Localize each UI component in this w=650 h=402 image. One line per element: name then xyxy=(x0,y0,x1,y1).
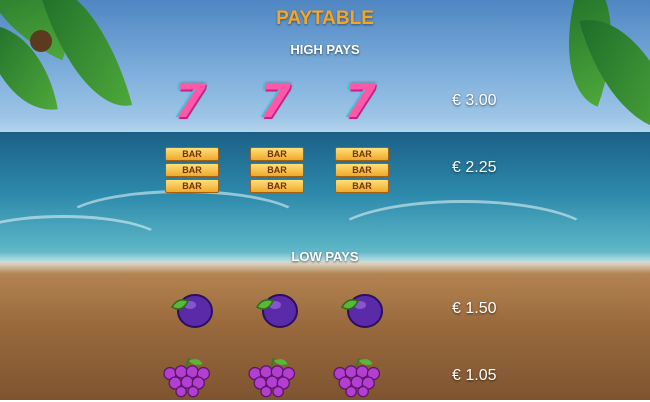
paytable-title: PAYTABLE xyxy=(276,8,374,29)
bar-icon: BAR BAR BAR xyxy=(250,147,304,193)
payout-value: € 1.50 xyxy=(452,300,497,317)
grapes-icon xyxy=(163,357,211,398)
bar-plate: BAR xyxy=(165,147,219,161)
bar-plate: BAR xyxy=(250,147,304,161)
grapes-icon xyxy=(333,357,381,398)
low-pays-heading: LOW PAYS xyxy=(291,249,359,264)
bar-plate: BAR xyxy=(250,163,304,177)
sand xyxy=(0,262,650,400)
payout-value: € 3.00 xyxy=(452,92,497,109)
payout-value: € 2.25 xyxy=(452,159,497,176)
plum-icon xyxy=(340,294,383,328)
plum-icon xyxy=(170,294,213,328)
bar-icon: BAR BAR BAR xyxy=(335,147,389,193)
grapes-icon xyxy=(248,357,296,398)
beach-background xyxy=(0,0,650,400)
bar-plate: BAR xyxy=(250,179,304,193)
plum-icon xyxy=(255,294,298,328)
bar-plate: BAR xyxy=(165,163,219,177)
seven-icon: 7 xyxy=(258,74,291,128)
seven-icon: 7 xyxy=(343,74,376,128)
bar-plate: BAR xyxy=(335,179,389,193)
high-pays-heading: HIGH PAYS xyxy=(290,42,360,57)
bar-plate: BAR xyxy=(335,163,389,177)
bar-plate: BAR xyxy=(335,147,389,161)
seven-icon: 7 xyxy=(173,74,206,128)
bar-plate: BAR xyxy=(165,179,219,193)
payout-value: € 1.05 xyxy=(452,367,497,384)
bar-icon: BAR BAR BAR xyxy=(165,147,219,193)
